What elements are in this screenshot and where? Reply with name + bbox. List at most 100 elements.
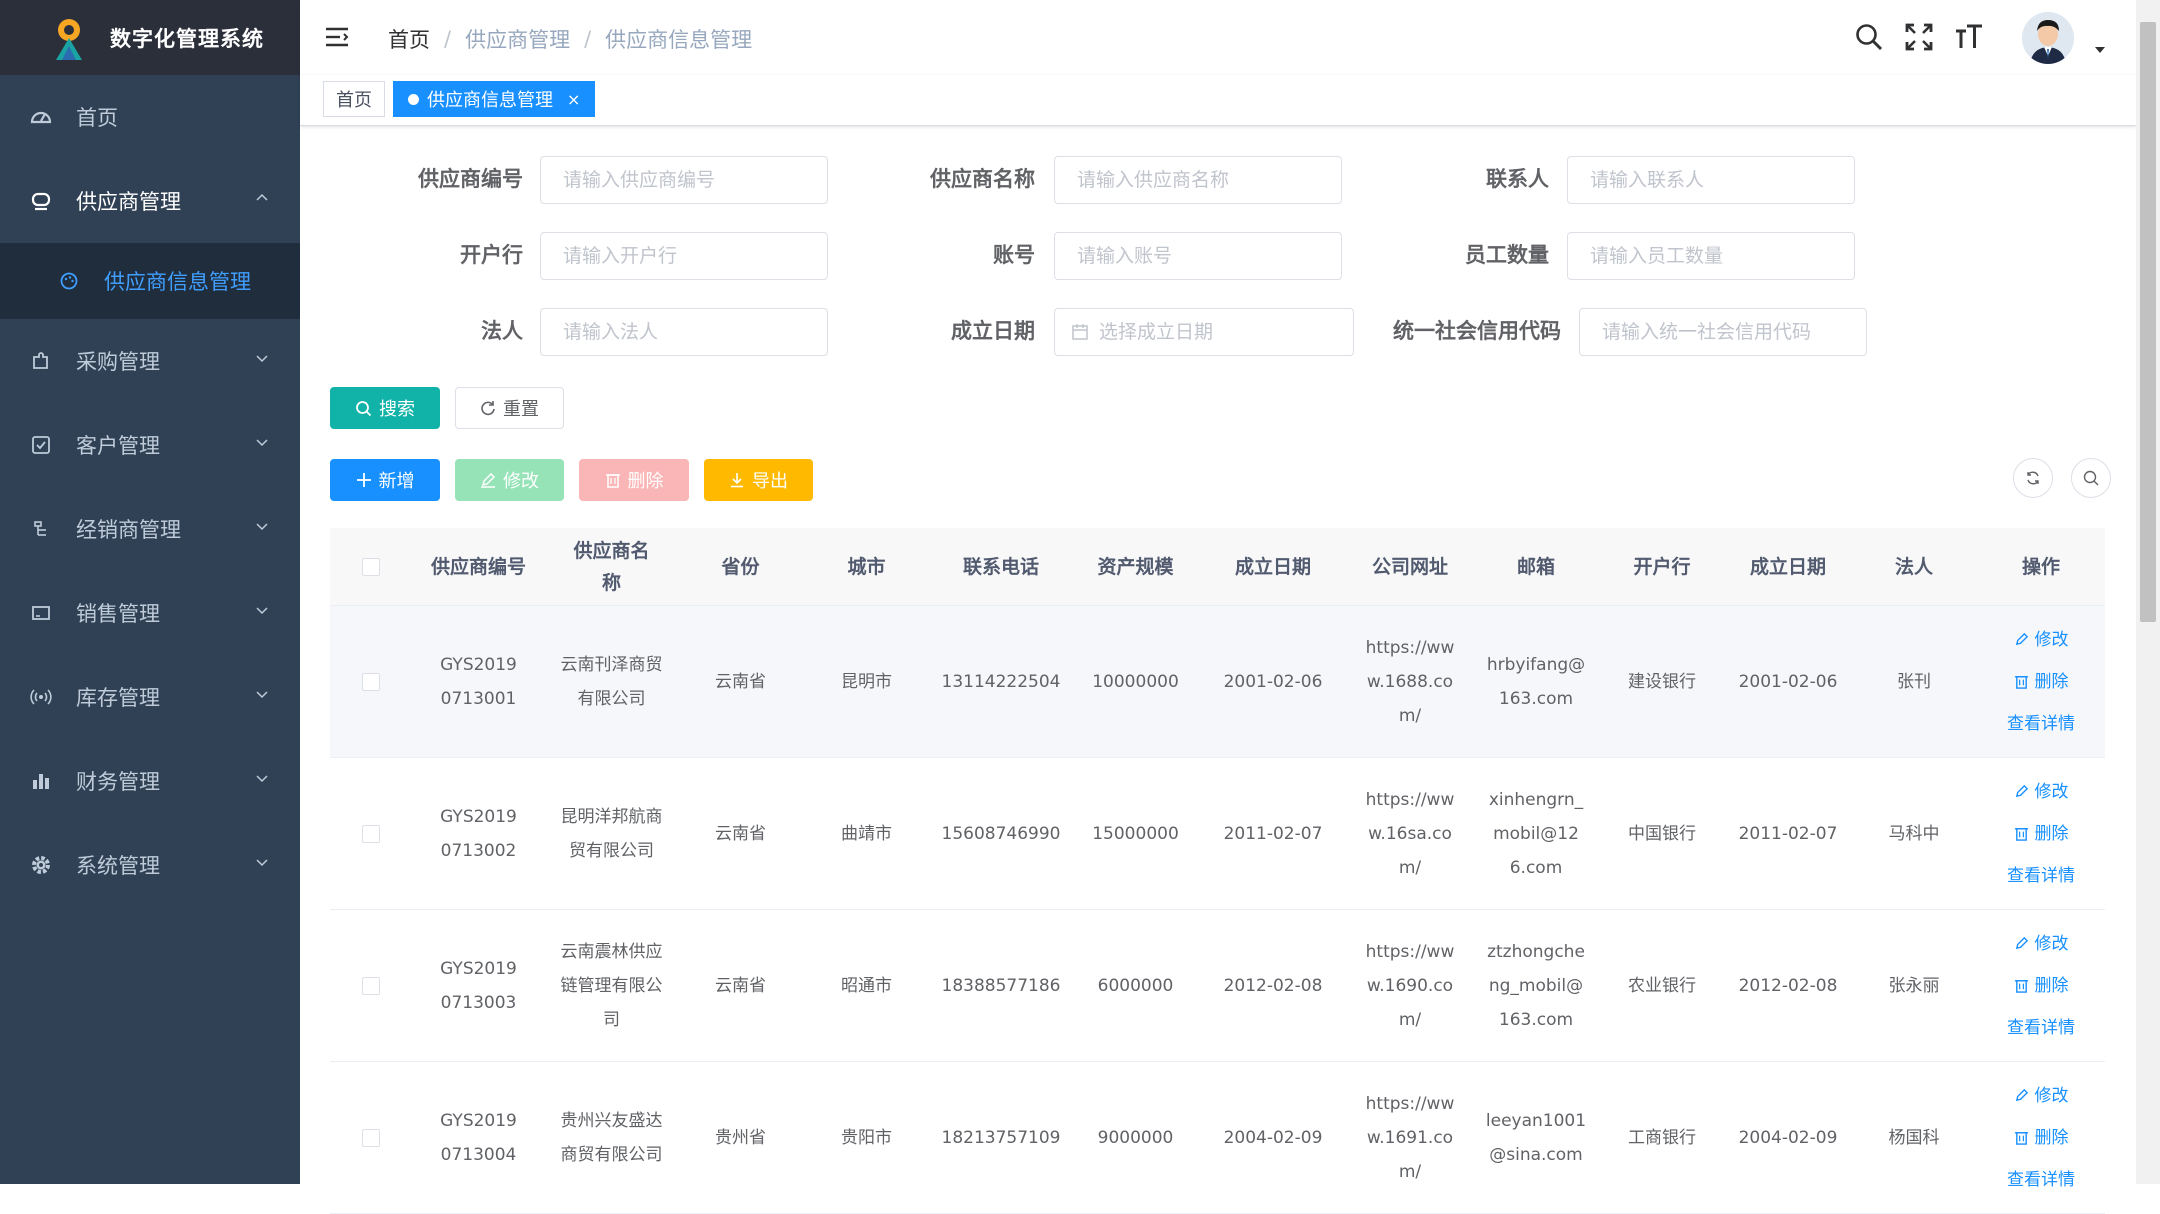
row-delete-link[interactable]: 删除 [2014,661,2069,703]
sidebar-item-inventory[interactable]: 库存管理 [0,655,300,739]
table-row[interactable]: GYS20190713003 云南震林供应链管理有限公司 云南省 昭通市 183… [330,910,2105,1062]
sidebar-item-purchase[interactable]: 采购管理 [0,319,300,403]
dashboard-icon [30,106,52,128]
account-input[interactable] [1054,232,1342,280]
sidebar-item-dealer[interactable]: 经销商管理 [0,487,300,571]
cell-date2: 2012-02-08 [1738,975,1838,996]
edit-button[interactable]: 修改 [455,459,564,501]
tag-home[interactable]: 首页 [323,81,385,117]
op-label: 删除 [2034,1127,2069,1148]
cell-date2: 2001-02-06 [1738,671,1838,692]
employees-input[interactable] [1567,232,1855,280]
edit-icon [2015,936,2028,950]
breadcrumb-home[interactable]: 首页 [388,24,430,54]
sidebar-item-customer[interactable]: 客户管理 [0,403,300,487]
chevron-down-icon [256,859,268,867]
sidebar-item-home[interactable]: 首页 [0,75,300,159]
sidebar-logo[interactable]: 数字化管理系统 [0,0,300,75]
button-label: 导出 [752,471,788,492]
button-label: 重置 [503,399,539,420]
cell-legal: 杨国科 [1888,1127,1940,1148]
column-header: 邮箱 [1516,555,1555,578]
page-scrollbar-thumb[interactable] [2140,22,2156,622]
delete-button[interactable]: 删除 [579,459,689,501]
row-checkbox[interactable] [362,824,380,843]
breadcrumb-separator: / [444,27,452,51]
column-header: 法人 [1894,555,1933,578]
row-detail-link[interactable]: 查看详情 [2007,855,2075,897]
broadcast-icon [30,686,52,708]
export-button[interactable]: 导出 [704,459,813,501]
reset-button[interactable]: 重置 [455,387,564,429]
font-size-icon[interactable] [1954,22,1984,52]
supplier-name-input[interactable] [1054,156,1342,204]
row-delete-link[interactable]: 删除 [2014,965,2069,1007]
row-edit-link[interactable]: 修改 [2014,619,2069,661]
legal-input[interactable] [540,308,828,356]
trash-icon [2014,1132,2028,1145]
caret-down-icon[interactable] [2094,44,2106,56]
close-icon[interactable]: × [567,90,580,109]
search-button[interactable]: 搜索 [330,387,440,429]
row-checkbox[interactable] [362,976,380,995]
label-legal: 法人 [481,319,523,343]
cell-name: 昆明洋邦航商贸有限公司 [560,806,663,861]
credit-code-input[interactable] [1579,308,1867,356]
select-all-checkbox[interactable] [362,557,380,576]
sidebar-item-supplier-info[interactable]: 供应商信息管理 [0,243,300,319]
supplier-code-input[interactable] [540,156,828,204]
puzzle-icon [30,350,52,372]
sidebar-item-label: 供应商信息管理 [104,270,251,294]
table-row[interactable]: GYS20190713001 云南刊泽商贸有限公司 云南省 昆明市 131142… [330,606,2105,758]
founded-date-input[interactable] [1097,320,1341,344]
row-edit-link[interactable]: 修改 [2014,923,2069,965]
toggle-search-button[interactable] [2071,458,2111,498]
chart-icon [30,770,52,792]
avatar[interactable] [2022,12,2074,64]
row-edit-link[interactable]: 修改 [2014,1075,2069,1117]
table-row[interactable]: GYS20190713004 贵州兴友盛达商贸有限公司 贵州省 贵阳市 1821… [330,1062,2105,1214]
cell-bank: 建设银行 [1628,671,1696,692]
sidebar-item-sales[interactable]: 销售管理 [0,571,300,655]
cell-code: GYS20190713004 [440,1110,517,1165]
fullscreen-icon[interactable] [1904,22,1934,52]
cell-ops: 修改 删除 查看详情 [1977,1062,2105,1213]
search-icon [2083,470,2099,486]
row-detail-link[interactable]: 查看详情 [2007,703,2075,745]
search-icon[interactable] [1854,22,1884,52]
sidebar-item-supplier[interactable]: 供应商管理 [0,159,300,243]
sidebar-item-system[interactable]: 系统管理 [0,823,300,907]
refresh-table-button[interactable] [2013,458,2053,498]
hamburger-icon[interactable] [324,24,350,50]
label-founded: 成立日期 [951,319,1035,343]
tags-view: 首页 供应商信息管理 × [300,75,2136,126]
row-edit-link[interactable]: 修改 [2014,771,2069,813]
chevron-down-icon [256,439,268,447]
refresh-icon [2027,471,2039,485]
sidebar-item-finance[interactable]: 财务管理 [0,739,300,823]
contact-input[interactable] [1567,156,1855,204]
label-contact: 联系人 [1486,167,1549,191]
tag-supplier-info[interactable]: 供应商信息管理 × [393,81,596,117]
page-scrollbar[interactable] [2136,0,2160,1184]
row-delete-link[interactable]: 删除 [2014,813,2069,855]
breadcrumb-supplier: 供应商管理 [465,28,571,52]
row-detail-link[interactable]: 查看详情 [2007,1007,2075,1049]
cell-date: 2011-02-07 [1223,823,1323,844]
cell-url: https://www.1690.com/ [1365,941,1455,1030]
bank-input[interactable] [540,232,828,280]
table-row[interactable]: GYS20190713002 昆明洋邦航商贸有限公司 云南省 曲靖市 15608… [330,758,2105,910]
founded-date-picker[interactable] [1054,308,1354,356]
row-checkbox[interactable] [362,672,380,691]
row-checkbox[interactable] [362,1128,380,1147]
cell-assets: 10000000 [1092,671,1179,692]
sidebar: 数字化管理系统 首页 供应商管理 供应商信息管理 采购管理 客户管理 经销商管理… [0,0,300,1184]
add-button[interactable]: 新增 [330,459,440,501]
row-detail-link[interactable]: 查看详情 [2007,1159,2075,1201]
row-delete-link[interactable]: 删除 [2014,1117,2069,1159]
sidebar-item-label: 库存管理 [76,686,160,710]
sidebar-item-label: 销售管理 [76,602,160,626]
op-label: 删除 [2034,975,2069,996]
cell-url: https://www.1688.com/ [1365,637,1455,726]
column-header: 联系电话 [962,555,1039,578]
